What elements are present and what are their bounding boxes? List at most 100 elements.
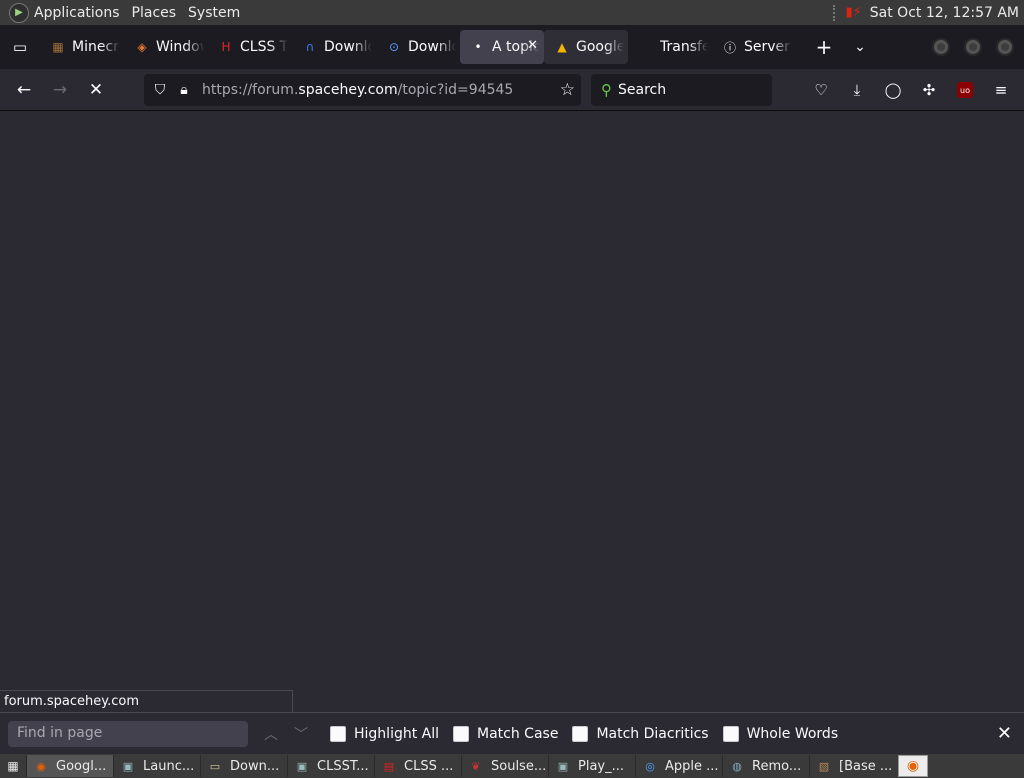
tab-title: Minecraft: [72, 39, 120, 55]
tab-3[interactable]: ∩ Download: [292, 30, 376, 64]
tab-title: Google: [576, 39, 624, 55]
tab-4[interactable]: ⊙ Download: [376, 30, 460, 64]
url-bar[interactable]: ⛉ 🔒︎ https://forum.spacehey.com/topic?id…: [144, 74, 581, 106]
taskbar-item[interactable]: ▣ CLSST...: [287, 755, 374, 777]
stop-loading-button[interactable]: ✕: [78, 74, 114, 106]
close-find-bar-button[interactable]: ✕: [997, 723, 1012, 744]
toolbar-actions: ♡ ⤓ ◯ ✣ uo ≡: [806, 74, 1016, 106]
n-logo-icon: ∩: [305, 40, 315, 54]
close-window-button[interactable]: [996, 38, 1014, 56]
lock-icon[interactable]: 🔒︎: [172, 82, 196, 98]
taskbar-item-label: Down...: [230, 758, 280, 774]
page-content[interactable]: [0, 111, 1024, 712]
taskbar-item-label: Soulse...: [491, 758, 547, 774]
firefox-view-button[interactable]: ▭: [0, 25, 40, 69]
match-diacritics-checkbox[interactable]: Match Diacritics: [572, 725, 709, 742]
close-tab-icon[interactable]: ✕: [527, 38, 538, 53]
puzzle-icon: ✣: [922, 81, 936, 99]
app-menu-button[interactable]: ≡: [986, 74, 1016, 106]
firefox-tray-button[interactable]: ◉: [898, 755, 928, 777]
tab-8[interactable]: ⓘ Server: [712, 30, 796, 64]
window-controls: [932, 38, 1024, 56]
downloads-button[interactable]: ⤓: [842, 74, 872, 106]
taskbar-item[interactable]: ▧ [Base ...: [809, 755, 896, 777]
o-logo-icon: ⊙: [388, 40, 400, 54]
list-all-tabs-button[interactable]: ⌄: [842, 39, 878, 55]
account-button[interactable]: ◯: [878, 74, 908, 106]
forward-button[interactable]: →: [42, 74, 78, 106]
pocket-button[interactable]: ♡: [806, 74, 836, 106]
distro-logo-icon[interactable]: ▶: [9, 2, 29, 23]
maximize-button[interactable]: [964, 38, 982, 56]
minecraft-icon: ▦: [52, 40, 64, 54]
h-logo-icon: H: [221, 40, 231, 54]
window-icon: ▣: [296, 759, 308, 773]
tab-2[interactable]: H CLSS T: [208, 30, 292, 64]
tab-1[interactable]: ◈ Windows: [124, 30, 208, 64]
navigation-toolbar: ← → ✕ ⛉ 🔒︎ https://forum.spacehey.com/to…: [0, 69, 1024, 111]
url-text[interactable]: https://forum.spacehey.com/topic?id=9454…: [202, 82, 513, 98]
stop-icon: ✕: [88, 79, 104, 100]
status-link-preview: forum.spacehey.com: [0, 690, 293, 712]
menu-system[interactable]: System: [188, 5, 248, 21]
minimize-button[interactable]: [932, 38, 950, 56]
new-tab-button[interactable]: +: [806, 35, 842, 59]
bookmark-star-icon[interactable]: ☆: [560, 80, 575, 100]
firefox-icon: ◉: [906, 758, 920, 774]
taskbar-item-label: Launc...: [143, 758, 195, 774]
highlight-all-checkbox[interactable]: Highlight All: [330, 725, 439, 742]
extensions-button[interactable]: ✣: [914, 74, 944, 106]
show-desktop-button[interactable]: ▦: [0, 755, 26, 777]
soulseek-icon: ❦: [471, 759, 481, 773]
tab-title: Transfer: [660, 39, 708, 55]
download-icon: ⤓: [853, 81, 861, 99]
back-button[interactable]: ←: [6, 74, 42, 106]
taskbar-item[interactable]: ◍ Remo...: [722, 755, 809, 777]
google-drive-icon: ▲: [557, 40, 567, 54]
find-next-button[interactable]: ﹀: [286, 724, 316, 744]
remote-icon: ◍: [732, 759, 742, 773]
tab-title: Download: [408, 39, 456, 55]
match-case-checkbox[interactable]: Match Case: [453, 725, 558, 742]
tracking-shield-icon[interactable]: ⛉: [148, 82, 172, 98]
desktop-icon: ▦: [7, 759, 19, 773]
menu-applications[interactable]: Applications: [34, 5, 128, 21]
folder-icon: ▭: [209, 759, 221, 773]
taskbar-item[interactable]: ◉ Googl...: [26, 755, 113, 777]
hamburger-icon: ≡: [994, 81, 1008, 99]
taskbar-item-label: CLSST...: [317, 758, 369, 774]
account-icon: ◯: [884, 81, 902, 99]
taskbar-item-label: Remo...: [752, 758, 802, 774]
taskbar-item-label: CLSS ...: [404, 758, 454, 774]
taskbar-item-label: Play_...: [578, 758, 625, 774]
notification-tray-icon[interactable]: ▮⚡: [845, 5, 861, 20]
terminal-icon: ▧: [818, 759, 830, 773]
taskbar-item[interactable]: ▣ Play_...: [548, 755, 635, 777]
tab-7[interactable]: Transfer: [628, 30, 712, 64]
taskbar-item[interactable]: ◎ Apple ...: [635, 755, 722, 777]
panel-separator: [833, 4, 837, 21]
tab-6[interactable]: ▲ Google: [544, 30, 628, 64]
taskbar-item[interactable]: ❦ Soulse...: [461, 755, 548, 777]
firefox-icon: ◉: [36, 759, 46, 773]
ublock-button[interactable]: uo: [950, 74, 980, 106]
back-arrow-icon: ←: [16, 79, 32, 100]
whole-words-checkbox[interactable]: Whole Words: [722, 725, 838, 742]
find-input[interactable]: Find in page: [8, 720, 248, 747]
taskbar-item[interactable]: ▤ CLSS ...: [374, 755, 461, 777]
info-icon: ⓘ: [723, 40, 736, 55]
taskbar-item[interactable]: ▭ Down...: [200, 755, 287, 777]
tab-5[interactable]: • A topic ✕: [460, 30, 544, 64]
find-previous-button[interactable]: ︿: [256, 724, 286, 744]
forward-arrow-icon: →: [52, 79, 68, 100]
tab-title: Server: [744, 39, 790, 55]
taskbar-item[interactable]: ▣ Launc...: [113, 755, 200, 777]
menu-places[interactable]: Places: [132, 5, 185, 21]
window-icon: ▣: [122, 759, 134, 773]
search-bar[interactable]: ⚲ Search: [591, 74, 772, 106]
tab-0[interactable]: ▦ Minecraft: [40, 30, 124, 64]
clock[interactable]: Sat Oct 12, 12:57 AM: [870, 5, 1019, 21]
system-top-panel: ▶ Applications Places System ▮⚡ Sat Oct …: [0, 0, 1024, 25]
tab-title: Download: [324, 39, 372, 55]
search-engine-icon[interactable]: ⚲: [601, 81, 612, 99]
